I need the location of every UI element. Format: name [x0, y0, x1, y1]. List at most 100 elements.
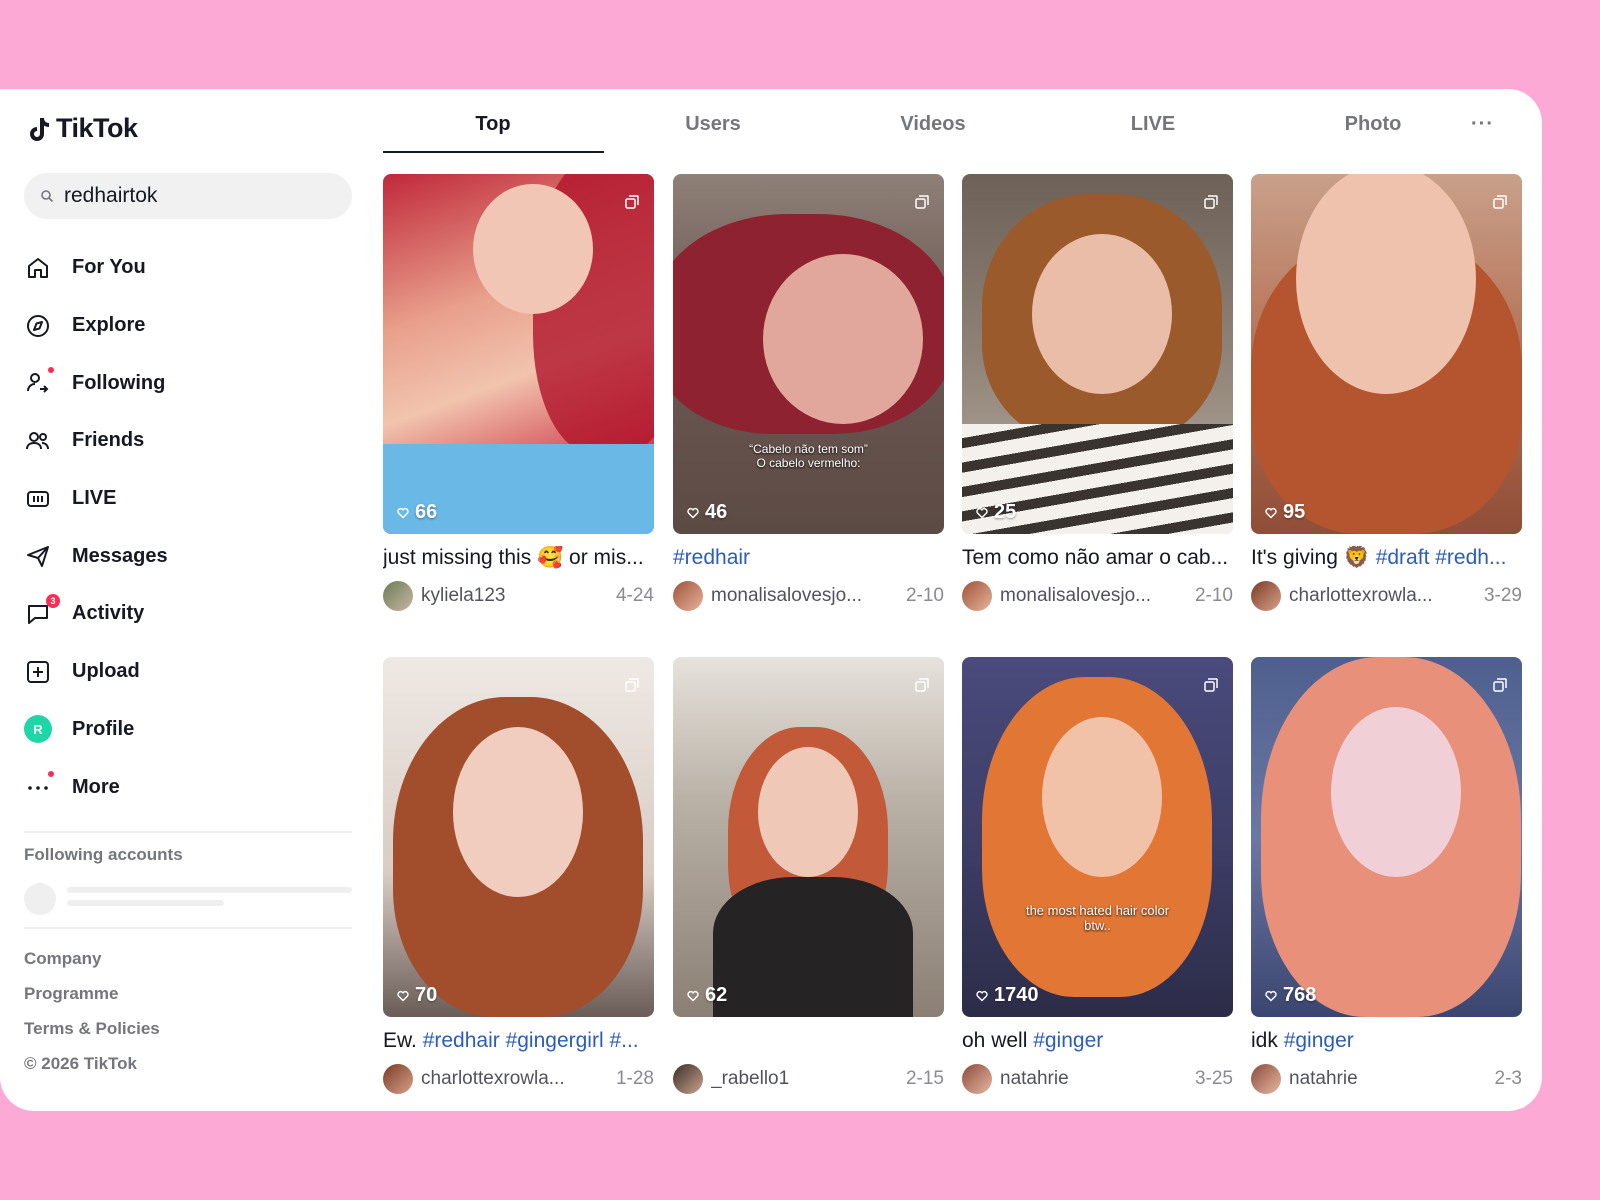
- like-count-value: 768: [1283, 984, 1317, 1006]
- thumb-shape: [453, 727, 583, 897]
- nav-item-profile[interactable]: R Profile: [24, 701, 352, 759]
- heart-icon: [976, 507, 988, 518]
- post-date: 3-25: [1194, 1068, 1233, 1089]
- tab-photo[interactable]: Photo: [1263, 113, 1483, 153]
- avatar[interactable]: [1251, 581, 1281, 611]
- nav-item-more[interactable]: More: [24, 758, 352, 816]
- nav-item-for-you[interactable]: For You: [24, 239, 352, 297]
- video-card[interactable]: 66 just missing this 🥰 or mis... kyliela…: [383, 174, 654, 612]
- username[interactable]: natahrie: [1000, 1068, 1195, 1090]
- video-card[interactable]: 95 It's giving 🦁 #draft #redh... charlot…: [1251, 174, 1522, 612]
- nav-item-live[interactable]: LIVE: [24, 470, 352, 528]
- heart-icon: [976, 990, 988, 1001]
- nav-item-upload[interactable]: Upload: [24, 643, 352, 701]
- video-caption[interactable]: just missing this 🥰 or mis...: [383, 546, 654, 574]
- video-thumbnail[interactable]: 62: [673, 657, 944, 1017]
- video-overlay-text: the most hated hair color btw..: [1025, 903, 1170, 933]
- avatar[interactable]: [673, 581, 703, 611]
- avatar[interactable]: [383, 581, 413, 611]
- username[interactable]: monalisalovesjo...: [1000, 585, 1195, 607]
- video-thumbnail[interactable]: 66: [383, 174, 654, 534]
- tiktok-logo-icon: [30, 117, 49, 141]
- video-thumbnail[interactable]: the most hated hair color btw.. 1740: [962, 657, 1233, 1017]
- tab-videos[interactable]: Videos: [823, 113, 1043, 153]
- nav-item-messages[interactable]: Messages: [24, 527, 352, 585]
- video-thumbnail[interactable]: “Cabelo não tem som” O cabelo vermelho: …: [673, 174, 944, 534]
- video-card[interactable]: 25 Tem como não amar o cab... monalisalo…: [962, 174, 1233, 612]
- nav-label: For You: [72, 256, 146, 279]
- username[interactable]: monalisalovesjo...: [711, 585, 906, 607]
- video-card[interactable]: the most hated hair color btw.. 1740 oh …: [962, 657, 1233, 1095]
- video-meta: charlottexrowla... 1-28: [383, 1063, 654, 1095]
- thumb-shape: [473, 184, 593, 314]
- tiktok-logo[interactable]: TikTok: [28, 113, 138, 144]
- home-icon: [24, 254, 52, 282]
- caption-hashtag[interactable]: #redhair #gingergirl #...: [423, 1029, 639, 1052]
- username[interactable]: _rabello1: [711, 1068, 906, 1090]
- video-card[interactable]: “Cabelo não tem som” O cabelo vermelho: …: [673, 174, 944, 612]
- nav-item-explore[interactable]: Explore: [24, 297, 352, 355]
- nav-label: Friends: [72, 429, 145, 452]
- nav-item-activity[interactable]: 3 Activity: [24, 585, 352, 643]
- video-thumbnail[interactable]: 95: [1251, 174, 1522, 534]
- nav-label: More: [72, 775, 120, 798]
- avatar[interactable]: [962, 581, 992, 611]
- video-caption[interactable]: [673, 1029, 944, 1057]
- nav-item-following[interactable]: Following: [24, 354, 352, 412]
- footer-link-company[interactable]: Company: [24, 941, 160, 976]
- video-caption[interactable]: idk #ginger: [1251, 1029, 1522, 1057]
- video-thumbnail[interactable]: 70: [383, 657, 654, 1017]
- profile-avatar: R: [24, 715, 52, 744]
- footer-link-terms[interactable]: Terms & Policies: [24, 1011, 160, 1046]
- video-caption[interactable]: #redhair: [673, 546, 944, 574]
- video-card[interactable]: 768 idk #ginger natahrie 2-3: [1251, 657, 1522, 1095]
- friends-icon: [24, 427, 52, 455]
- video-meta: charlottexrowla... 3-29: [1251, 580, 1522, 612]
- like-count-value: 1740: [994, 984, 1039, 1006]
- like-count: 70: [397, 984, 437, 1007]
- video-card[interactable]: 70 Ew. #redhair #gingergirl #... charlot…: [383, 657, 654, 1095]
- video-caption[interactable]: Ew. #redhair #gingergirl #...: [383, 1029, 654, 1057]
- multi-photo-icon: [625, 678, 639, 692]
- multi-photo-icon: [625, 195, 639, 209]
- video-caption[interactable]: It's giving 🦁 #draft #redh...: [1251, 546, 1522, 574]
- caption-hashtag[interactable]: #ginger: [1284, 1029, 1354, 1052]
- multi-photo-icon: [1493, 678, 1507, 692]
- username[interactable]: charlottexrowla...: [421, 1068, 616, 1090]
- caption-text: idk: [1251, 1029, 1284, 1052]
- tab-users[interactable]: Users: [603, 113, 823, 153]
- video-thumbnail[interactable]: 25: [962, 174, 1233, 534]
- search-input[interactable]: [64, 184, 324, 208]
- thumb-shape: [1042, 717, 1162, 877]
- username[interactable]: natahrie: [1289, 1068, 1495, 1090]
- nav-label: Following: [72, 371, 166, 394]
- nav-label: Profile: [72, 717, 135, 740]
- caption-text: It's giving 🦁: [1251, 546, 1376, 569]
- search-bar[interactable]: [24, 173, 352, 219]
- caption-hashtag[interactable]: #redhair: [673, 546, 750, 569]
- video-thumbnail[interactable]: 768: [1251, 657, 1522, 1017]
- video-caption[interactable]: Tem como não amar o cab...: [962, 546, 1233, 574]
- nav-item-friends[interactable]: Friends: [24, 412, 352, 470]
- send-icon: [24, 542, 52, 570]
- thumb-shape: [713, 877, 913, 1017]
- video-card[interactable]: 62 _rabello1 2-15: [673, 657, 944, 1095]
- caption-hashtag[interactable]: #ginger: [1033, 1029, 1103, 1052]
- avatar[interactable]: [962, 1064, 992, 1094]
- caption-text: Tem como não amar o cab...: [962, 546, 1229, 569]
- tab-top[interactable]: Top: [383, 113, 603, 153]
- caption-text: Ew.: [383, 1029, 423, 1052]
- tabs-more-button[interactable]: ···: [1471, 113, 1494, 136]
- username[interactable]: kyliela123: [421, 585, 616, 607]
- skeleton-line: [67, 900, 224, 906]
- footer-link-programme[interactable]: Programme: [24, 976, 160, 1011]
- avatar[interactable]: [673, 1064, 703, 1094]
- username[interactable]: charlottexrowla...: [1289, 585, 1484, 607]
- video-caption[interactable]: oh well #ginger: [962, 1029, 1233, 1057]
- tab-live[interactable]: LIVE: [1043, 113, 1263, 153]
- like-count: 46: [687, 501, 727, 524]
- avatar[interactable]: [383, 1064, 413, 1094]
- caption-hashtag[interactable]: #draft #redh...: [1376, 546, 1507, 569]
- avatar[interactable]: [1251, 1064, 1281, 1094]
- avatar: R: [24, 715, 52, 744]
